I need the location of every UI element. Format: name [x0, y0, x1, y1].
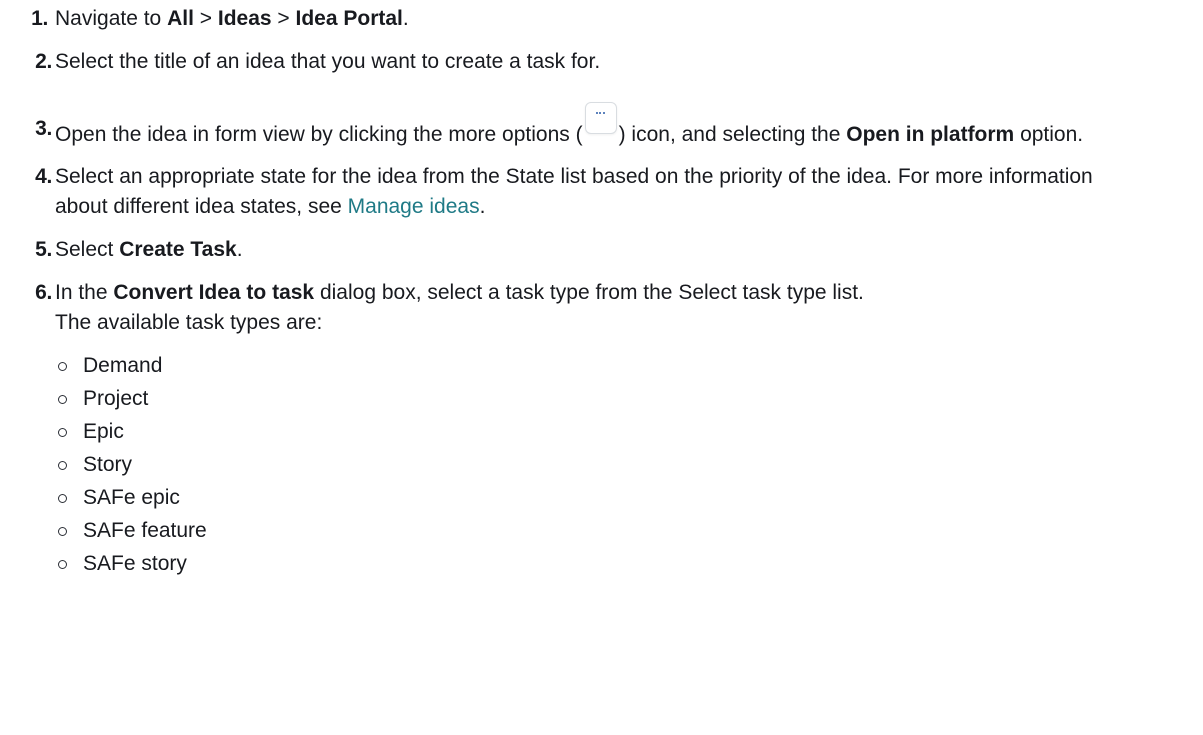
step-text: Navigate to All > Ideas > Idea Portal. [55, 7, 409, 30]
step-text: Open the idea in form view by clicking t… [55, 101, 1199, 150]
step-text: Select an appropriate state for the idea… [55, 165, 1093, 218]
step-text: Select the title of an idea that you wan… [55, 50, 601, 73]
list-item: SAFe story [55, 549, 1199, 582]
step-number: 6. [35, 281, 52, 304]
bullet-icon [58, 527, 67, 536]
manage-ideas-link[interactable]: Manage ideas [348, 195, 480, 218]
nav-idea-portal: Idea Portal [295, 7, 403, 30]
step-number: 1. [31, 7, 48, 30]
create-task-label: Create Task [119, 238, 237, 261]
open-in-platform-label: Open in platform [846, 123, 1015, 146]
nav-ideas: Ideas [217, 7, 272, 30]
step-4: 4. Select an appropriate state for the i… [14, 162, 1145, 222]
more-options-icon [595, 112, 606, 116]
procedure-steps: 1. Navigate to All > Ideas > Idea Portal… [14, 4, 1199, 582]
step-6: 6. In the Convert Idea to task dialog bo… [14, 278, 1199, 582]
step-2: 2. Select the title of an idea that you … [14, 47, 1199, 77]
step-number: 5. [35, 238, 52, 261]
bullet-icon [58, 494, 67, 503]
bullet-icon [58, 428, 67, 437]
step-number: 3. [35, 117, 52, 140]
bullet-icon [58, 395, 67, 404]
bullet-icon [58, 560, 67, 569]
list-item: Project [55, 384, 1199, 417]
convert-idea-dialog-label: Convert Idea to task [113, 281, 315, 304]
step-number: 2. [35, 50, 52, 73]
step-text: Select Create Task. [55, 238, 243, 261]
nav-all: All [167, 7, 194, 30]
list-item: Story [55, 450, 1199, 483]
bullet-icon [58, 461, 67, 470]
list-item: Demand [55, 351, 1199, 384]
step-5: 5. Select Create Task. [14, 235, 1199, 265]
list-item: Epic [55, 417, 1199, 450]
more-options-button [584, 102, 617, 134]
step-1: 1. Navigate to All > Ideas > Idea Portal… [14, 4, 1199, 34]
task-type-list: Demand Project Epic Story SAFe epic SAFe… [55, 351, 1199, 582]
step-number: 4. [35, 165, 52, 188]
step-3: 3. Open the idea in form view by clickin… [14, 101, 1199, 150]
bullet-icon [58, 362, 67, 371]
step-text: In the Convert Idea to task dialog box, … [55, 281, 864, 334]
list-item: SAFe epic [55, 483, 1199, 516]
list-item: SAFe feature [55, 516, 1199, 549]
